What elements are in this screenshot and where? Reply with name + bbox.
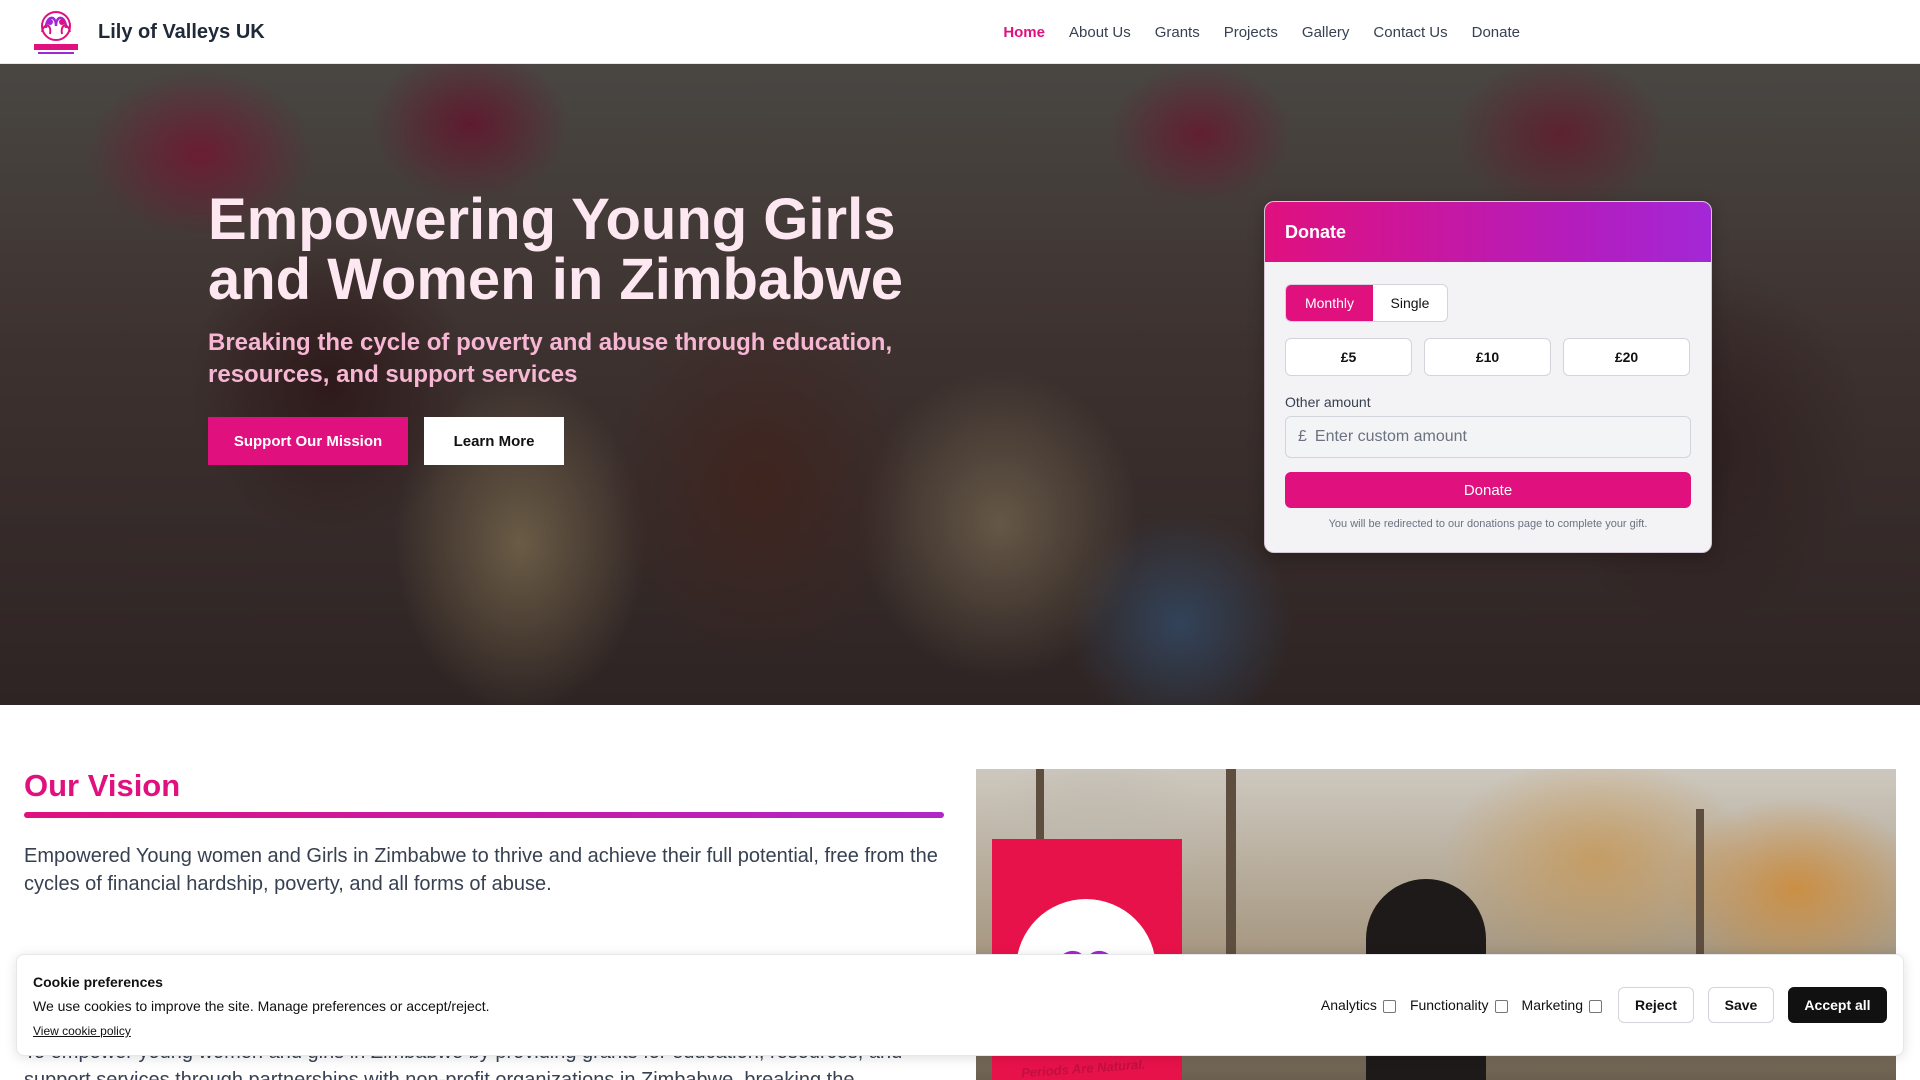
support-our-mission-button[interactable]: Support Our Mission	[208, 417, 408, 465]
nav-item-contact-us[interactable]: Contact Us	[1373, 24, 1447, 41]
preset-amounts: £5 £10 £20	[1285, 338, 1690, 376]
donate-redirect-note: You will be redirected to our donations …	[1328, 518, 1648, 530]
frequency-single-button[interactable]: Single	[1373, 285, 1447, 321]
custom-amount-input[interactable]	[1314, 428, 1675, 446]
nav-item-grants[interactable]: Grants	[1155, 24, 1200, 41]
hero-title: Empowering Young Girls and Women in Zimb…	[208, 187, 903, 312]
hero-section: Empowering Young Girls and Women in Zimb…	[0, 64, 1920, 705]
hero-subtitle: Breaking the cycle of poverty and abuse …	[208, 329, 893, 388]
analytics-label: Analytics	[1320, 997, 1377, 1013]
amount-5-button[interactable]: £5	[1285, 338, 1412, 376]
nav-item-projects[interactable]: Projects	[1224, 24, 1278, 41]
functionality-checkbox[interactable]	[1494, 1000, 1508, 1013]
donate-widget: Donate Monthly Single £5 £10 £20 Other a…	[1264, 201, 1712, 553]
analytics-checkbox[interactable]	[1382, 1000, 1396, 1013]
lily-of-valleys-logo-icon	[28, 6, 84, 58]
vision-heading: Our Vision	[24, 768, 181, 803]
other-amount-label: Other amount	[1285, 394, 1371, 410]
marketing-checkbox[interactable]	[1589, 1000, 1602, 1013]
frequency-monthly-button[interactable]: Monthly	[1286, 285, 1373, 321]
donate-widget-title: Donate	[1265, 202, 1711, 262]
amount-10-button[interactable]: £10	[1424, 338, 1551, 376]
pound-currency-icon: £	[1298, 428, 1307, 445]
site-header: Lily of Valleys UK Home About Us Grants …	[0, 0, 1920, 64]
donate-submit-button[interactable]: Donate	[1285, 472, 1691, 508]
cookie-title: Cookie preferences	[33, 974, 163, 990]
vision-text: Empowered Young women and Girls in Zimba…	[24, 845, 938, 895]
learn-more-button[interactable]: Learn More	[424, 417, 564, 465]
amount-20-button[interactable]: £20	[1563, 338, 1690, 376]
cookie-policy-link[interactable]: View cookie policy	[33, 1024, 131, 1038]
brand[interactable]: Lily of Valleys UK	[28, 6, 265, 58]
cookie-text: We use cookies to improve the site. Mana…	[33, 998, 490, 1014]
nav-item-home[interactable]: Home	[1003, 24, 1045, 41]
vision-divider	[24, 812, 944, 818]
cookie-save-button[interactable]: Save	[1708, 987, 1774, 1023]
nav-item-donate[interactable]: Donate	[1472, 24, 1520, 41]
donation-frequency-toggle: Monthly Single	[1285, 284, 1448, 322]
main-nav: Home About Us Grants Projects Gallery Co…	[979, 0, 1520, 64]
cookie-banner: Cookie preferences We use cookies to imp…	[16, 954, 1904, 1056]
nav-item-about-us[interactable]: About Us	[1069, 24, 1131, 41]
functionality-label: Functionality	[1409, 997, 1489, 1013]
brand-name: Lily of Valleys UK	[98, 20, 265, 43]
cookie-accept-all-button[interactable]: Accept all	[1788, 987, 1887, 1023]
cookie-controls: Analytics Functionality Marketing Reject…	[1307, 987, 1887, 1023]
other-amount-field: £	[1285, 416, 1691, 458]
marketing-label: Marketing	[1521, 997, 1583, 1013]
cookie-reject-button[interactable]: Reject	[1618, 987, 1694, 1023]
nav-item-gallery[interactable]: Gallery	[1302, 24, 1350, 41]
